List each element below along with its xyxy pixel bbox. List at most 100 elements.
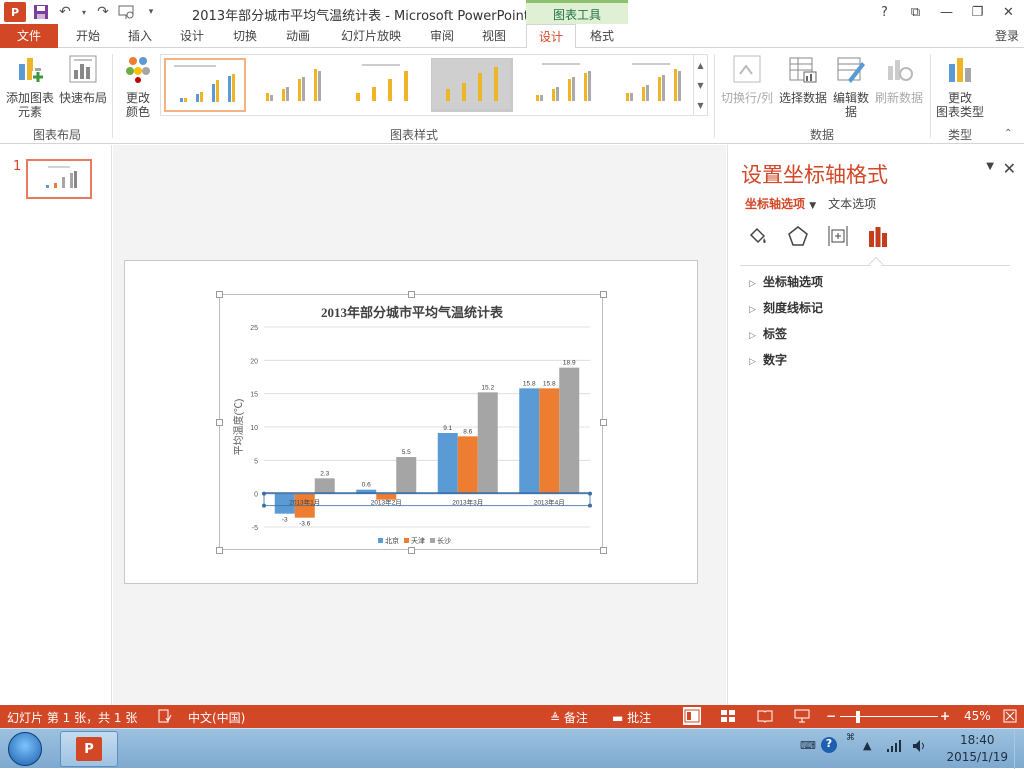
network-icon[interactable] bbox=[886, 739, 902, 756]
change-chart-type-button[interactable]: 更改 图表类型 bbox=[934, 54, 986, 119]
chart-styles-gallery: ▲ ▼ ▼ bbox=[160, 54, 708, 116]
subtab-dropdown-icon[interactable]: ▼ bbox=[809, 201, 816, 211]
show-hidden-icons[interactable]: ▲ bbox=[863, 739, 871, 752]
tab-review[interactable]: 审阅 bbox=[420, 24, 464, 48]
spellcheck-icon[interactable] bbox=[158, 709, 172, 726]
zoom-slider-thumb[interactable] bbox=[856, 711, 860, 723]
language[interactable]: 中文(中国) bbox=[188, 709, 245, 726]
resize-handle[interactable] bbox=[216, 291, 223, 298]
tab-slideshow[interactable]: 幻灯片放映 bbox=[334, 24, 408, 48]
subtab-text-options[interactable]: 文本选项 bbox=[828, 195, 876, 212]
resize-handle[interactable] bbox=[600, 291, 607, 298]
resize-handle[interactable] bbox=[408, 291, 415, 298]
effects-icon[interactable] bbox=[786, 223, 810, 249]
tab-animations[interactable]: 动画 bbox=[276, 24, 320, 48]
close-button[interactable]: ✕ bbox=[993, 0, 1024, 24]
resize-handle[interactable] bbox=[408, 547, 415, 554]
data-label: 18.9 bbox=[563, 360, 576, 367]
column-chart[interactable]: 2013年部分城市平均气温统计表 -5 0 5 10 15 20 25 平均温度(℃) -3 -3.… bbox=[220, 295, 604, 551]
pane-close-icon[interactable]: ✕ bbox=[1003, 159, 1016, 178]
normal-view-icon bbox=[684, 709, 700, 723]
resize-handle[interactable] bbox=[600, 547, 607, 554]
chart-style-4[interactable] bbox=[431, 58, 513, 112]
comments-button[interactable]: ▬ 批注 bbox=[612, 709, 651, 726]
subtab-axis-options[interactable]: 坐标轴选项 ▼ bbox=[745, 195, 816, 212]
notes-button[interactable]: ≜ 备注 bbox=[550, 709, 588, 726]
zoom-level[interactable]: 45% bbox=[964, 709, 991, 723]
gallery-up-icon[interactable]: ▲ bbox=[697, 61, 703, 70]
resize-handle[interactable] bbox=[600, 419, 607, 426]
axis-options-icon[interactable] bbox=[866, 223, 890, 249]
size-properties-icon[interactable] bbox=[826, 223, 850, 249]
section-number[interactable]: ▷ 数字 bbox=[749, 351, 787, 368]
chart-style-1[interactable] bbox=[164, 58, 246, 112]
tab-view[interactable]: 视图 bbox=[472, 24, 516, 48]
volume-icon[interactable] bbox=[912, 739, 928, 756]
y-tick-label: -5 bbox=[252, 525, 258, 532]
keyboard-icon[interactable]: ⌨ bbox=[800, 739, 816, 752]
tab-file[interactable]: 文件 bbox=[0, 24, 58, 48]
tab-transitions[interactable]: 切换 bbox=[223, 24, 267, 48]
edit-data-button[interactable]: 编辑数 据 bbox=[830, 54, 872, 119]
slide-thumbnail[interactable] bbox=[26, 159, 92, 199]
tab-insert[interactable]: 插入 bbox=[118, 24, 162, 48]
chart-frame[interactable]: 2013年部分城市平均气温统计表 -5 0 5 10 15 20 25 平均温度(℃) -3 -3.… bbox=[216, 291, 607, 554]
slide-info[interactable]: 幻灯片 第 1 张，共 1 张 bbox=[7, 709, 137, 726]
reading-view-icon[interactable] bbox=[757, 709, 773, 726]
switch-row-column-button[interactable]: 切换行/列 bbox=[718, 54, 776, 105]
taskbar-powerpoint[interactable]: P bbox=[60, 731, 118, 767]
section-axis-options[interactable]: ▷ 坐标轴选项 bbox=[749, 273, 823, 290]
undo-dropdown-icon[interactable]: ▾ bbox=[80, 3, 88, 21]
powerpoint-logo-icon[interactable]: P bbox=[4, 2, 26, 22]
change-colors-button[interactable]: 更改 颜色 bbox=[118, 54, 158, 119]
ribbon-display-icon[interactable]: ⧉ bbox=[900, 0, 931, 24]
zoom-slider[interactable] bbox=[840, 716, 938, 717]
zoom-out-button[interactable]: − bbox=[826, 709, 836, 723]
zoom-in-button[interactable]: + bbox=[940, 709, 950, 723]
clock[interactable]: 18:40 2015/1/19 bbox=[946, 732, 1008, 766]
gallery-scroll[interactable]: ▲ ▼ ▼ bbox=[693, 55, 707, 115]
switch-row-column-icon bbox=[733, 55, 761, 83]
slide[interactable]: 2013年部分城市平均气温统计表 -5 0 5 10 15 20 25 平均温度(℃) -3 -3.… bbox=[124, 260, 698, 584]
restore-button[interactable]: ❐ bbox=[962, 0, 993, 24]
normal-view-button[interactable] bbox=[683, 707, 701, 725]
tab-chart-design[interactable]: 设计 bbox=[526, 24, 576, 49]
gallery-down-icon[interactable]: ▼ bbox=[697, 81, 703, 90]
collapse-ribbon-icon[interactable]: ⌃ bbox=[1004, 128, 1012, 139]
minimize-button[interactable]: — bbox=[931, 0, 962, 24]
section-tick-marks[interactable]: ▷ 刻度线标记 bbox=[749, 299, 823, 316]
fill-line-icon[interactable] bbox=[746, 223, 770, 249]
pane-options-icon[interactable]: ▼ bbox=[986, 161, 994, 172]
slide-sorter-icon[interactable] bbox=[720, 709, 736, 726]
input-method-icon[interactable]: ⌘ bbox=[846, 733, 855, 743]
present-from-start-icon[interactable] bbox=[118, 3, 136, 21]
start-button[interactable] bbox=[8, 732, 42, 766]
change-chart-type-icon bbox=[949, 58, 971, 82]
gallery-more-icon[interactable]: ▼ bbox=[697, 101, 703, 110]
tab-chart-format[interactable]: 格式 bbox=[580, 24, 624, 48]
save-icon[interactable] bbox=[32, 3, 50, 21]
add-chart-element-button[interactable]: 添加图表 元素 bbox=[4, 54, 56, 119]
select-data-button[interactable]: 选择数据 bbox=[778, 54, 828, 105]
redo-icon[interactable]: ↷ bbox=[94, 3, 112, 21]
bar-长沙 bbox=[559, 367, 580, 494]
help-icon[interactable]: ? bbox=[869, 0, 900, 24]
login-link[interactable]: 登录 bbox=[990, 24, 1024, 48]
slideshow-icon[interactable] bbox=[794, 709, 810, 726]
section-labels[interactable]: ▷ 标签 bbox=[749, 325, 787, 342]
chart-style-2[interactable] bbox=[251, 58, 333, 112]
quick-layout-button[interactable]: 快速布局 bbox=[58, 54, 108, 105]
chart-style-6[interactable] bbox=[611, 58, 693, 112]
help-tray-icon[interactable]: ? bbox=[821, 737, 837, 753]
resize-handle[interactable] bbox=[216, 547, 223, 554]
show-desktop-button[interactable] bbox=[1014, 729, 1024, 769]
resize-handle[interactable] bbox=[216, 419, 223, 426]
refresh-data-button[interactable]: 刷新数据 bbox=[872, 54, 926, 105]
chart-style-5[interactable] bbox=[521, 58, 603, 112]
undo-icon[interactable]: ↶ bbox=[56, 3, 74, 21]
chart-style-3[interactable] bbox=[341, 58, 423, 112]
tab-home[interactable]: 开始 bbox=[66, 24, 110, 48]
tab-design[interactable]: 设计 bbox=[170, 24, 214, 48]
customize-qat-icon[interactable]: ▾ bbox=[142, 3, 160, 21]
fit-slide-icon[interactable] bbox=[1003, 709, 1017, 726]
